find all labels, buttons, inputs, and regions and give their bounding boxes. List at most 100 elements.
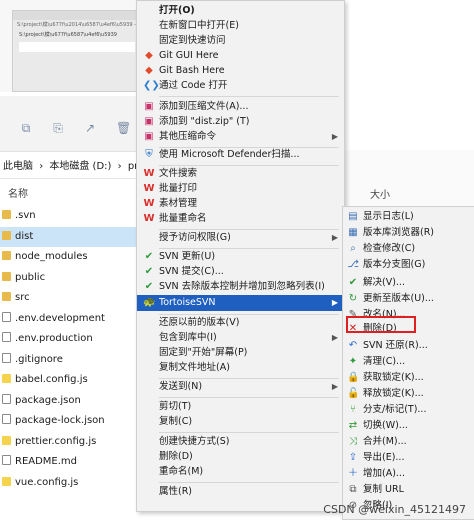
submenu-item[interactable]: ⤨ 合并(M)... xyxy=(343,434,474,450)
cleanup-icon: ✦ xyxy=(348,356,358,367)
address-bar[interactable]: 此电脑 › 本地磁盘 (D:) › project xyxy=(0,156,140,179)
menu-item-git-gui[interactable]: ◆ Git GUI Here xyxy=(137,48,344,64)
menu-item-cut[interactable]: 剪切(T) xyxy=(137,399,344,415)
menu-item-copy-path[interactable]: 复制文件地址(A) xyxy=(137,360,344,376)
list-item[interactable]: .env.production xyxy=(0,329,140,349)
submenu-item[interactable]: ✦ 清理(C)... xyxy=(343,354,474,370)
menu-item-delete[interactable]: 删除(D) xyxy=(137,449,344,465)
menu-item-copy[interactable]: 复制(C) xyxy=(137,414,344,430)
menu-item-restore-previous[interactable]: 还原以前的版本(V) xyxy=(137,315,344,331)
list-item[interactable]: vue.config.js xyxy=(0,473,140,493)
menu-item-create-shortcut[interactable]: 创建快捷方式(S) xyxy=(137,434,344,450)
file-name: src xyxy=(15,292,30,303)
menu-item-add-archive[interactable]: ▣ 添加到压缩文件(A)... xyxy=(137,99,344,115)
menu-item-material-manage[interactable]: W 素材管理 xyxy=(137,196,344,212)
menu-item-send-to[interactable]: 发送到(N) ▶ xyxy=(137,379,344,395)
list-item[interactable]: .env.development xyxy=(0,309,140,329)
context-menu: 打开(O) 在新窗口中打开(E) 固定到快速访问 ◆ Git GUI Here ◆… xyxy=(136,0,345,512)
copy-icon[interactable]: ⧉ xyxy=(20,122,32,134)
submenu-item[interactable]: ＋ 增加(A)... xyxy=(343,466,474,482)
menu-item-file-search[interactable]: W 文件搜索 xyxy=(137,166,344,182)
folder-icon xyxy=(2,251,11,260)
submenu-item[interactable]: ⎇ 版本分支图(G) xyxy=(343,257,474,273)
submenu-item[interactable]: ✔ 解决(V)... xyxy=(343,275,474,291)
menu-item-open[interactable]: 打开(O) xyxy=(137,3,344,19)
menu-item-properties[interactable]: 属性(R) xyxy=(137,484,344,500)
file-name: node_modules xyxy=(15,251,88,262)
submenu-item[interactable]: ▦ 版本库浏览器(R) xyxy=(343,225,474,241)
trash-icon[interactable]: 🗑 xyxy=(116,122,131,134)
submenu-item[interactable]: ▤ 显示日志(L) xyxy=(343,209,474,225)
submenu-item-label: 解决(V)... xyxy=(363,277,405,288)
submenu-item-label: 显示日志(L) xyxy=(363,211,414,222)
repo-browser-icon: ▦ xyxy=(348,227,358,238)
menu-item-svn-unversion[interactable]: ✔ SVN 去除版本控制并增加到忽略列表(I) xyxy=(137,279,344,295)
file-name: babel.config.js xyxy=(15,374,88,385)
menu-item-open-new-window[interactable]: 在新窗口中打开(E) xyxy=(137,18,344,34)
watermark: CSDN @weixin_45121497 xyxy=(323,503,466,516)
copy-url-icon: ⧉ xyxy=(349,484,357,495)
submenu-item[interactable]: ⌕ 检查修改(C) xyxy=(343,241,474,257)
menu-item-other-compress[interactable]: ▣ 其他压缩命令 ▶ xyxy=(137,129,344,145)
menu-item-batch-rename[interactable]: W 批量重命名 xyxy=(137,211,344,227)
list-item[interactable]: package.json xyxy=(0,391,140,411)
file-name: package.json xyxy=(15,394,81,406)
submenu-item-label: 更新至版本(U)... xyxy=(363,293,434,304)
taskbar-thumbnail[interactable]: S:\project\模\u677f\u2014\u6587\u4ef6\u59… xyxy=(0,0,145,92)
submenu-item-label: 获取锁定(K)... xyxy=(363,372,424,383)
menu-item-defender-scan[interactable]: ⛨ 使用 Microsoft Defender扫描... xyxy=(137,147,344,163)
submenu-item[interactable]: 🔓 释放锁定(K)... xyxy=(343,386,474,402)
file-name: .svn xyxy=(15,210,36,221)
file-icon xyxy=(2,435,11,445)
menu-item-grant-access[interactable]: 授予访问权限(G) ▶ xyxy=(137,230,344,246)
list-item[interactable]: package-lock.json xyxy=(0,411,140,431)
file-icon xyxy=(2,414,11,424)
file-name: .gitignore xyxy=(15,353,63,365)
menu-item-pin-start[interactable]: 固定到"开始"屏幕(P) xyxy=(137,345,344,361)
update-rev-icon: ↻ xyxy=(348,293,358,304)
submenu-item[interactable]: ↻ 更新至版本(U)... xyxy=(343,291,474,307)
menu-item-add-dist-zip[interactable]: ▣ 添加到 "dist.zip" (T) xyxy=(137,114,344,130)
paste-icon[interactable]: ⎘ xyxy=(52,122,64,134)
column-header-name[interactable]: 名称 xyxy=(0,186,140,204)
list-item[interactable]: prettier.config.js xyxy=(0,432,140,452)
breadcrumb-this-pc[interactable]: 此电脑 xyxy=(3,161,33,172)
file-name: package-lock.json xyxy=(15,415,105,426)
menu-item-pin-quick-access[interactable]: 固定到快速访问 xyxy=(137,33,344,49)
list-item[interactable]: src xyxy=(0,288,140,308)
menu-item-tortoisesvn[interactable]: 🐢 TortoiseSVN ▶ xyxy=(137,295,344,311)
menu-item-include-in-library[interactable]: 包含到库中(I) ▶ xyxy=(137,330,344,346)
menu-item-git-bash[interactable]: ◆ Git Bash Here xyxy=(137,63,344,79)
menu-item-svn-commit[interactable]: ✔ SVN 提交(C)... xyxy=(137,264,344,280)
list-item[interactable]: node_modules xyxy=(0,247,140,267)
wps-icon: W xyxy=(143,198,155,209)
list-item[interactable]: .gitignore xyxy=(0,350,140,370)
submenu-item[interactable]: ⇄ 切换(W)... xyxy=(343,418,474,434)
file-icon xyxy=(2,352,11,363)
list-item[interactable]: babel.config.js xyxy=(0,370,140,390)
submenu-item[interactable]: ⧉ 复制 URL xyxy=(343,482,474,498)
branch-icon: ⑂ xyxy=(350,404,356,415)
column-header-size[interactable]: 大小 xyxy=(370,186,390,201)
submenu-item[interactable]: 🔒 获取锁定(K)... xyxy=(343,370,474,386)
thumbnail-title: S:\project\模\u677f\u2014\u6587\u4ef6\u59… xyxy=(17,22,141,28)
list-item[interactable]: README.md xyxy=(0,452,140,472)
breadcrumb-drive[interactable]: 本地磁盘 (D:) xyxy=(49,161,111,172)
breadcrumb-separator: › xyxy=(117,161,122,172)
menu-item-open-with-code[interactable]: ❮❯ 通过 Code 打开 xyxy=(137,78,344,94)
menu-item-rename[interactable]: 重命名(M) xyxy=(137,464,344,480)
submenu-item[interactable]: ↶ SVN 还原(R)... xyxy=(343,338,474,354)
file-icon xyxy=(2,393,11,404)
git-icon: ◆ xyxy=(145,65,153,76)
submenu-item[interactable]: ⇪ 导出(E)... xyxy=(343,450,474,466)
share-icon[interactable]: ↗ xyxy=(84,122,96,134)
file-icon xyxy=(2,311,11,322)
menu-item-batch-print[interactable]: W 批量打印 xyxy=(137,181,344,197)
list-item[interactable]: public xyxy=(0,268,140,288)
menu-item-svn-update[interactable]: ✔ SVN 更新(U) xyxy=(137,249,344,265)
list-item[interactable]: dist xyxy=(0,226,140,247)
archive-icon: ▣ xyxy=(144,116,154,127)
submenu-item-label: 切换(W)... xyxy=(363,420,408,431)
list-item[interactable]: .svn xyxy=(0,206,140,226)
submenu-item[interactable]: ⑂ 分支/标记(T)... xyxy=(343,402,474,418)
